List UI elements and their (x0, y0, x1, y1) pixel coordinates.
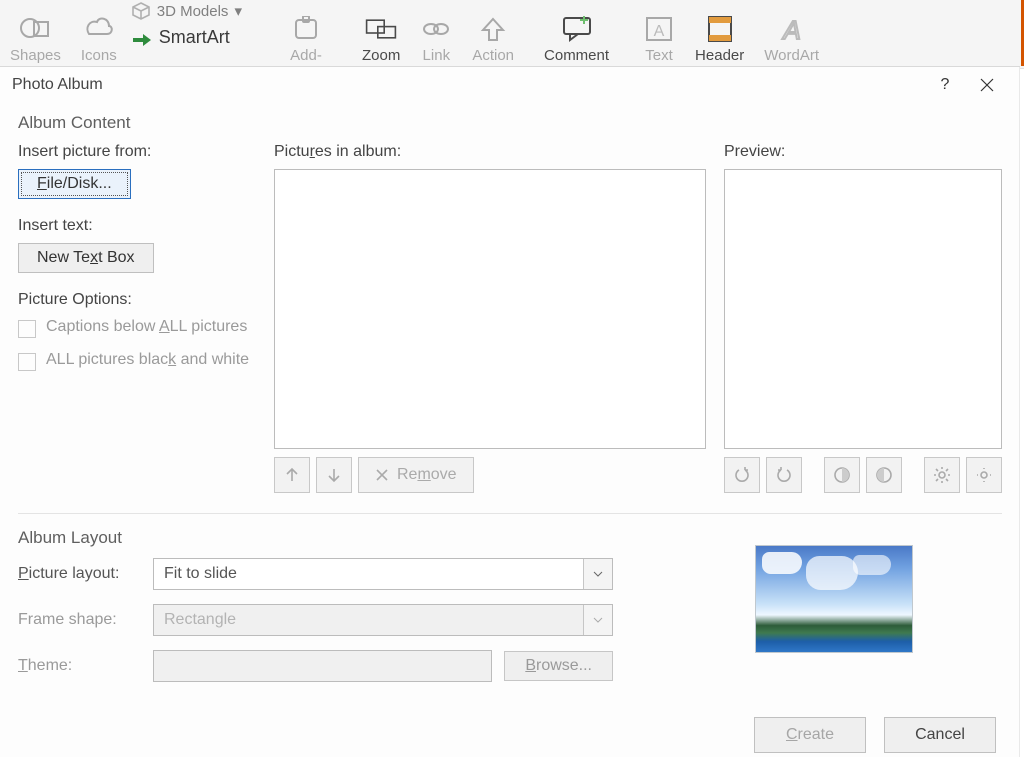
svg-text:A: A (781, 15, 800, 43)
chevron-down-icon (583, 605, 612, 635)
dialog-title: Photo Album (12, 76, 103, 94)
preview-label: Preview: (724, 143, 1002, 161)
cancel-button[interactable]: Cancel (884, 717, 996, 753)
header-icon (704, 13, 736, 45)
wordart-icon: A (776, 13, 808, 45)
close-button[interactable] (966, 67, 1008, 103)
browse-button: Browse... (504, 651, 613, 681)
file-disk-button[interactable]: File/Disk... (18, 169, 131, 199)
ribbon-action[interactable]: Action (462, 2, 524, 64)
preview-box (724, 169, 1002, 449)
ribbon-addins[interactable]: Add- (280, 2, 332, 64)
move-down-button (316, 457, 352, 493)
picture-layout-combo[interactable]: Fit to slide (153, 558, 613, 590)
addins-icon (290, 13, 322, 45)
ribbon-illustrations: 3D Models ▾ SmartArt (131, 0, 242, 50)
ribbon: Shapes Icons 3D Models ▾ SmartArt Add- Z… (0, 0, 1024, 69)
ribbon-text[interactable]: A Text (633, 2, 685, 64)
chevron-down-icon (583, 559, 612, 589)
ribbon-wordart[interactable]: A WordArt (754, 2, 829, 64)
theme-field (153, 650, 492, 682)
ribbon-smartart[interactable]: SmartArt (131, 24, 242, 50)
black-white-checkbox: ALL pictures black and white (18, 350, 256, 371)
contrast-down-button (866, 457, 902, 493)
divider (18, 513, 1002, 514)
new-text-box-button[interactable]: New Text Box (18, 243, 154, 273)
rotate-left-button (724, 457, 760, 493)
album-content-heading: Album Content (18, 113, 1002, 133)
create-button: Create (754, 717, 866, 753)
brightness-down-button (966, 457, 1002, 493)
insert-text-label: Insert text: (18, 217, 256, 235)
remove-button: Remove (358, 457, 474, 493)
captions-checkbox: Captions below ALL pictures (18, 317, 256, 338)
frame-shape-combo: Rectangle (153, 604, 613, 636)
zoom-icon (365, 13, 397, 45)
comment-icon (561, 13, 593, 45)
link-icon (420, 13, 452, 45)
picture-layout-label: Picture layout: (18, 565, 153, 583)
checkbox-icon (18, 320, 36, 338)
dialog-titlebar: Photo Album ? (0, 67, 1020, 103)
help-button[interactable]: ? (924, 67, 966, 103)
icons-icon (83, 13, 115, 45)
contrast-up-button (824, 457, 860, 493)
layout-preview-thumbnail (755, 545, 913, 653)
text-icon: A (643, 13, 675, 45)
picture-options-label: Picture Options: (18, 291, 256, 309)
pictures-listbox[interactable] (274, 169, 706, 449)
move-up-button (274, 457, 310, 493)
brightness-up-button (924, 457, 960, 493)
action-icon (477, 13, 509, 45)
pictures-in-album-label: Pictures in album: (274, 143, 706, 161)
ribbon-link[interactable]: Link (410, 2, 462, 64)
ribbon-header[interactable]: Header (685, 2, 754, 64)
frame-shape-label: Frame shape: (18, 611, 153, 629)
ribbon-comment[interactable]: Comment (534, 2, 619, 64)
theme-label: Theme: (18, 657, 153, 675)
ribbon-zoom[interactable]: Zoom (352, 2, 410, 64)
svg-text:A: A (654, 23, 665, 40)
rotate-right-button (766, 457, 802, 493)
checkbox-icon (18, 353, 36, 371)
ribbon-3d-models[interactable]: 3D Models ▾ (131, 0, 242, 24)
chevron-down-icon: ▾ (234, 2, 242, 20)
shapes-icon (19, 13, 51, 45)
insert-picture-from-label: Insert picture from: (18, 143, 256, 161)
ribbon-icons[interactable]: Icons (71, 2, 127, 64)
ribbon-shapes[interactable]: Shapes (0, 2, 71, 64)
photo-album-dialog: Photo Album ? Album Content Insert pictu… (0, 66, 1020, 757)
